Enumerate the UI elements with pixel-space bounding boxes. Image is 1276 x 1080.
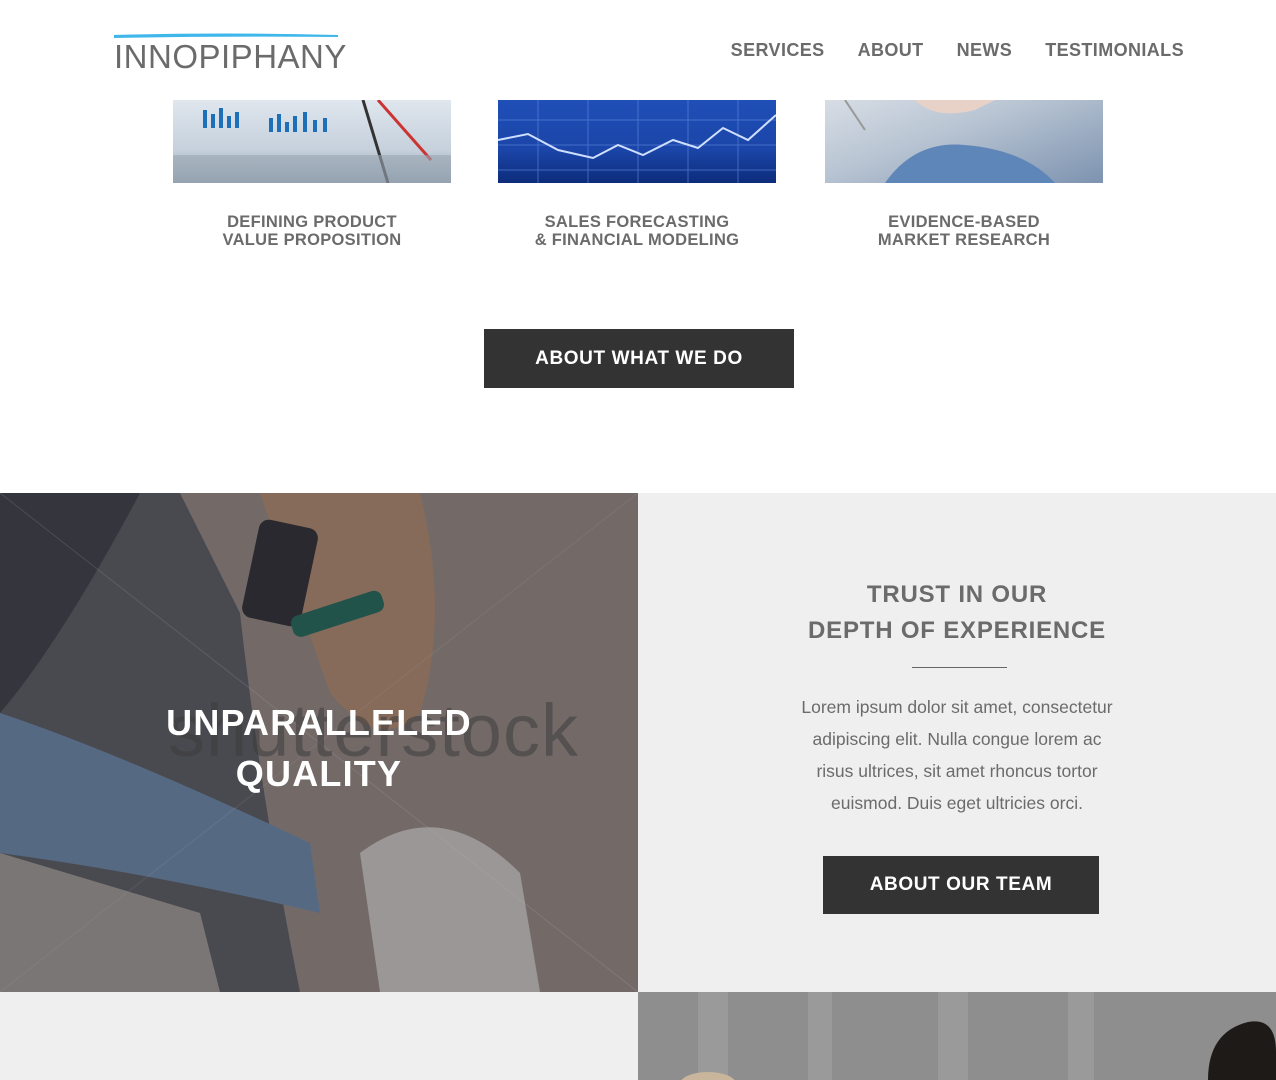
service-card[interactable]: EVIDENCE-BASED MARKET RESEARCH: [825, 100, 1103, 249]
office-people-photo: [638, 992, 1276, 1080]
nav-about[interactable]: ABOUT: [858, 40, 924, 61]
nav-services[interactable]: SERVICES: [731, 40, 825, 61]
nav-news[interactable]: NEWS: [957, 40, 1013, 61]
trust-title-line: TRUST IN OUR: [866, 581, 1048, 608]
service-card[interactable]: SALES FORECASTING & FINANCIAL MODELING: [498, 100, 776, 249]
trust-panel: TRUST IN OUR DEPTH OF EXPERIENCE Lorem i…: [638, 493, 1276, 992]
service-title-line: VALUE PROPOSITION: [222, 231, 402, 249]
service-title-line: MARKET RESEARCH: [877, 231, 1051, 249]
service-title-line: DEFINING PRODUCT: [227, 213, 397, 231]
people-photo-icon: [638, 992, 1276, 1080]
hands-icon: [844, 100, 1055, 183]
trust-title-line: DEPTH OF EXPERIENCE: [808, 617, 1106, 644]
service-title: DEFINING PRODUCT VALUE PROPOSITION: [142, 213, 482, 249]
hands-research-photo: [825, 100, 1103, 183]
logo-text: INNOPIPHANY: [114, 38, 347, 75]
service-title: SALES FORECASTING & FINANCIAL MODELING: [467, 213, 807, 249]
divider: [912, 667, 1007, 668]
main-nav: SERVICES ABOUT NEWS TESTIMONIALS: [731, 40, 1184, 61]
trust-body-text: Lorem ipsum dolor sit amet, consectetur …: [801, 697, 1113, 813]
bottom-left-panel: [0, 992, 638, 1080]
nav-testimonials[interactable]: TESTIMONIALS: [1045, 40, 1184, 61]
quality-title-line: QUALITY: [235, 753, 403, 794]
service-title-line: & FINANCIAL MODELING: [534, 231, 740, 249]
quality-title: UNPARALLELED QUALITY: [0, 697, 638, 799]
service-title-line: EVIDENCE-BASED: [888, 213, 1040, 231]
forecast-graph-photo: [498, 100, 776, 183]
site-header: INNOPIPHANY SERVICES ABOUT NEWS TESTIMON…: [0, 0, 1276, 100]
service-title-line: SALES FORECASTING: [544, 213, 730, 231]
line-graph-icon: [498, 100, 776, 183]
service-card[interactable]: DEFINING PRODUCT VALUE PROPOSITION: [173, 100, 451, 249]
trust-title: TRUST IN OUR DEPTH OF EXPERIENCE: [638, 577, 1276, 649]
bar-chart-icon: [173, 100, 451, 183]
service-title: EVIDENCE-BASED MARKET RESEARCH: [794, 213, 1134, 249]
charts-paperwork-photo: [173, 100, 451, 183]
quality-title-line: UNPARALLELED: [166, 702, 472, 743]
quality-photo-panel: shutterstock UNPARALLELED QUALITY: [0, 493, 638, 992]
about-what-we-do-button[interactable]: ABOUT WHAT WE DO: [484, 329, 794, 388]
site-logo[interactable]: INNOPIPHANY: [114, 32, 346, 73]
about-our-team-button[interactable]: ABOUT OUR TEAM: [823, 856, 1099, 914]
